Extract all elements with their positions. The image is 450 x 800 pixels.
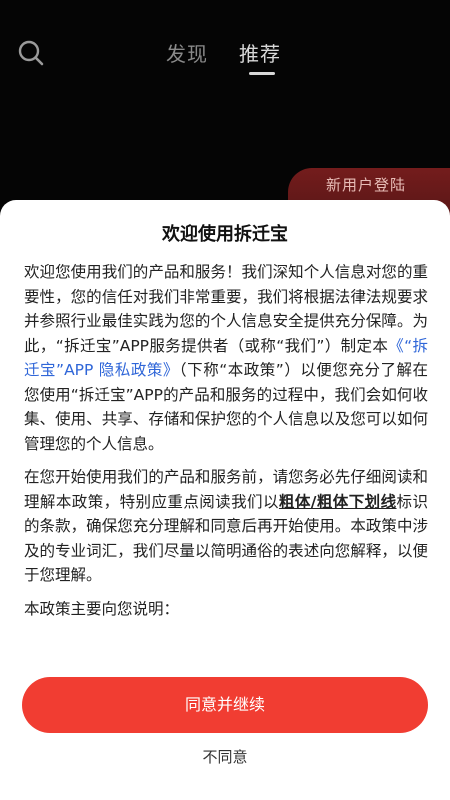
tab-recommend[interactable]: 推荐 <box>239 38 281 67</box>
promo-title: 新用户登陆 <box>326 176 407 194</box>
bold-underline-text: 粗体/粗体下划线 <box>278 492 397 511</box>
intro-paragraph: 欢迎您使用我们的产品和服务！我们深知个人信息对您的重要性，您的信任对我们非常重要… <box>24 260 428 456</box>
top-bar: 发现 推荐 <box>0 0 450 90</box>
top-tabs: 发现 推荐 <box>0 38 450 78</box>
dialog-content: 欢迎您使用我们的产品和服务！我们深知个人信息对您的重要性，您的信任对我们非常重要… <box>24 260 428 630</box>
active-tab-indicator <box>249 72 275 75</box>
disagree-button[interactable]: 不同意 <box>0 746 450 767</box>
dialog-title: 欢迎使用拆迁宝 <box>162 224 288 245</box>
summary-paragraph: 本政策主要向您说明： <box>24 599 180 618</box>
notice-paragraph: 在您开始使用我们的产品和服务前，请您务必先仔细阅读和理解本政策，特别应重点阅读我… <box>24 465 428 588</box>
tab-discover[interactable]: 发现 <box>166 38 208 67</box>
privacy-dialog: 欢迎使用拆迁宝 欢迎您使用我们的产品和服务！我们深知个人信息对您的重要性，您的信… <box>0 200 450 800</box>
intro-text-a: 欢迎您使用我们的产品和服务！我们深知个人信息对您的重要性，您的信任对我们非常重要… <box>24 263 428 355</box>
agree-continue-button[interactable]: 同意并继续 <box>22 677 428 733</box>
